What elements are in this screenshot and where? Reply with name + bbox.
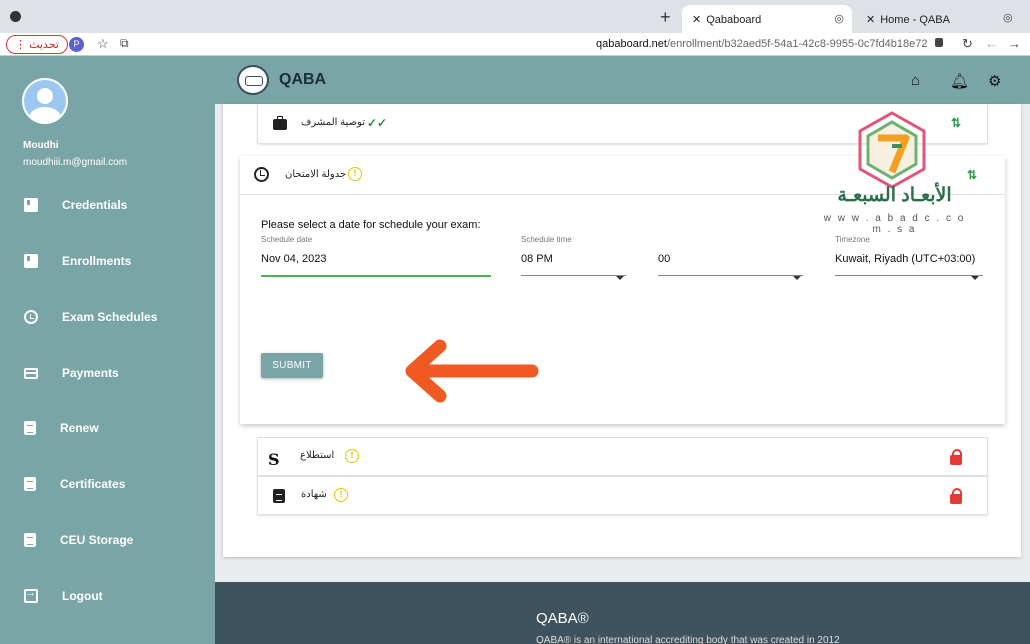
step-certificate[interactable]: شهادة ! bbox=[257, 476, 988, 515]
clipboard-icon bbox=[24, 533, 36, 547]
sidebar-item-label: Certificates bbox=[60, 477, 126, 491]
clipboard-icon bbox=[24, 421, 36, 435]
warning-icon: ! bbox=[334, 488, 348, 502]
sidebar-item-logout[interactable]: Logout bbox=[24, 586, 103, 606]
audio-icon: ◎ bbox=[834, 13, 844, 25]
back-icon[interactable]: ← bbox=[985, 36, 998, 51]
tab-title: Qababoard bbox=[706, 14, 762, 26]
warning-icon: ! bbox=[345, 449, 359, 463]
book-icon bbox=[24, 198, 38, 212]
user-name: Moudhi bbox=[23, 140, 59, 151]
close-tab-icon[interactable]: ✕ bbox=[866, 14, 875, 26]
gear-icon[interactable]: ⚙ bbox=[988, 72, 1001, 90]
clock-icon bbox=[254, 167, 269, 182]
lock-icon bbox=[935, 38, 943, 47]
sidebar-item-enrollments[interactable]: Enrollments bbox=[24, 251, 131, 271]
update-button[interactable]: ⋮ تحديث bbox=[6, 35, 68, 54]
hexagon-logo-icon bbox=[858, 111, 926, 189]
browser-tab-bar: + ✕ Qababoard ◎ ✕ Home - QABA ◎ bbox=[0, 0, 1030, 33]
sidebar-item-payments[interactable]: Payments bbox=[24, 363, 119, 383]
step-label: شهادة bbox=[301, 489, 327, 500]
double-check-icon: ✓✓ bbox=[367, 116, 388, 130]
s-letter-icon: S bbox=[268, 450, 280, 469]
clock-icon bbox=[24, 310, 38, 324]
timezone-label: Timezone bbox=[835, 235, 870, 244]
logout-icon bbox=[24, 587, 38, 603]
sidebar-item-credentials[interactable]: Credentials bbox=[24, 195, 127, 215]
chevron-down-icon[interactable] bbox=[971, 276, 979, 280]
sidebar-item-label: Payments bbox=[62, 366, 119, 380]
sidebar-item-label: Credentials bbox=[62, 198, 128, 212]
star-icon[interactable]: ☆ bbox=[97, 36, 109, 52]
url-field[interactable]: qababoard.net/enrollment/b32aed5f-54a1-4… bbox=[596, 38, 927, 50]
step-label: استطلاع bbox=[300, 450, 335, 461]
footer-title: QABA® bbox=[536, 610, 589, 627]
sidebar-item-renew[interactable]: Renew bbox=[24, 418, 99, 438]
sidebar: Moudhi moudhiii.m@gmail.com Credentials … bbox=[0, 56, 215, 644]
user-email: moudhiii.m@gmail.com bbox=[23, 157, 128, 168]
chevron-down-icon[interactable] bbox=[616, 276, 624, 280]
close-tab-icon[interactable]: ✕ bbox=[692, 14, 701, 26]
brand-title: QABA bbox=[279, 71, 327, 88]
home-icon[interactable]: ⌂ bbox=[911, 72, 920, 89]
watermark-logo: الأبعـاد السبعـة w w w . a b a d c . c o… bbox=[822, 110, 967, 235]
schedule-date-label: Schedule date bbox=[261, 235, 313, 244]
profile-icon[interactable]: P bbox=[69, 37, 84, 52]
sidebar-item-label: Logout bbox=[62, 589, 103, 603]
chevron-down-icon[interactable] bbox=[793, 276, 801, 280]
url-host: qababoard.net bbox=[596, 38, 667, 50]
tab-title: Home - QABA bbox=[880, 14, 950, 26]
credit-card-icon bbox=[24, 367, 38, 379]
reload-icon[interactable]: ↻ bbox=[962, 36, 973, 52]
briefcase-icon bbox=[273, 116, 287, 130]
forward-icon[interactable]: → bbox=[1008, 36, 1021, 51]
audio-icon: ◎ bbox=[1003, 12, 1013, 24]
schedule-hour-select[interactable]: 08 PM bbox=[521, 253, 553, 265]
sidebar-item-label: CEU Storage bbox=[60, 533, 134, 547]
expand-toggle-icon[interactable]: ⇅ bbox=[967, 168, 977, 182]
submit-button[interactable]: SUBMIT bbox=[261, 353, 323, 378]
sidebar-item-label: Exam Schedules bbox=[62, 310, 158, 324]
sidebar-item-exam-schedules[interactable]: Exam Schedules bbox=[24, 307, 157, 327]
address-bar: ⋮ تحديث P ☆ ⧉ qababoard.net/enrollment/b… bbox=[0, 33, 1030, 56]
schedule-time-label: Schedule time bbox=[521, 235, 572, 244]
update-label: تحديث bbox=[29, 39, 59, 51]
qaba-logo[interactable] bbox=[237, 65, 269, 95]
sidebar-item-label: Renew bbox=[60, 421, 99, 435]
record-icon bbox=[10, 11, 21, 22]
book-icon bbox=[24, 254, 38, 268]
bell-icon[interactable]: 🔔︎ bbox=[950, 72, 969, 90]
watermark-url: w w w . a b a d c . c o m . s a bbox=[823, 213, 966, 235]
watermark-text: الأبعـاد السبعـة bbox=[837, 185, 952, 206]
timezone-select[interactable]: Kuwait, Riyadh (UTC+03:00) bbox=[835, 253, 975, 265]
app-bar: QABA ⌂ 🔔︎ ⚙ bbox=[215, 56, 1030, 104]
avatar[interactable] bbox=[22, 78, 68, 124]
step-survey[interactable]: S استطلاع ! bbox=[257, 437, 988, 476]
schedule-prompt: Please select a date for schedule your e… bbox=[261, 219, 481, 231]
sidebar-item-certificates[interactable]: Certificates bbox=[24, 474, 125, 494]
sidebar-item-ceu-storage[interactable]: CEU Storage bbox=[24, 530, 133, 550]
footer: QABA® QABA® is an international accredit… bbox=[215, 582, 1030, 644]
clipboard-icon bbox=[273, 489, 285, 503]
footer-text: QABA® is an international accrediting bo… bbox=[536, 635, 840, 644]
extension-icon[interactable]: ⧉ bbox=[120, 36, 129, 51]
new-tab-button[interactable]: + bbox=[660, 7, 671, 28]
lock-icon bbox=[950, 488, 962, 504]
clipboard-icon bbox=[24, 477, 36, 491]
lock-icon bbox=[950, 449, 962, 465]
sidebar-item-label: Enrollments bbox=[62, 254, 132, 268]
browser-tab-home[interactable]: ✕ Home - QABA bbox=[856, 5, 996, 33]
annotation-arrow bbox=[405, 339, 539, 403]
url-path: /enrollment/b32aed5f-54a1-42c8-9955-0c7f… bbox=[666, 38, 928, 50]
schedule-minute-select[interactable]: 00 bbox=[658, 253, 670, 265]
step-label: جدولة الامتحان bbox=[285, 169, 347, 180]
step-label: توصية المشرف bbox=[301, 117, 366, 128]
browser-tab-qababoard[interactable]: ✕ Qababoard ◎ bbox=[682, 5, 852, 33]
warning-icon: ! bbox=[348, 167, 362, 181]
schedule-date-input[interactable]: Nov 04, 2023 bbox=[261, 253, 326, 265]
